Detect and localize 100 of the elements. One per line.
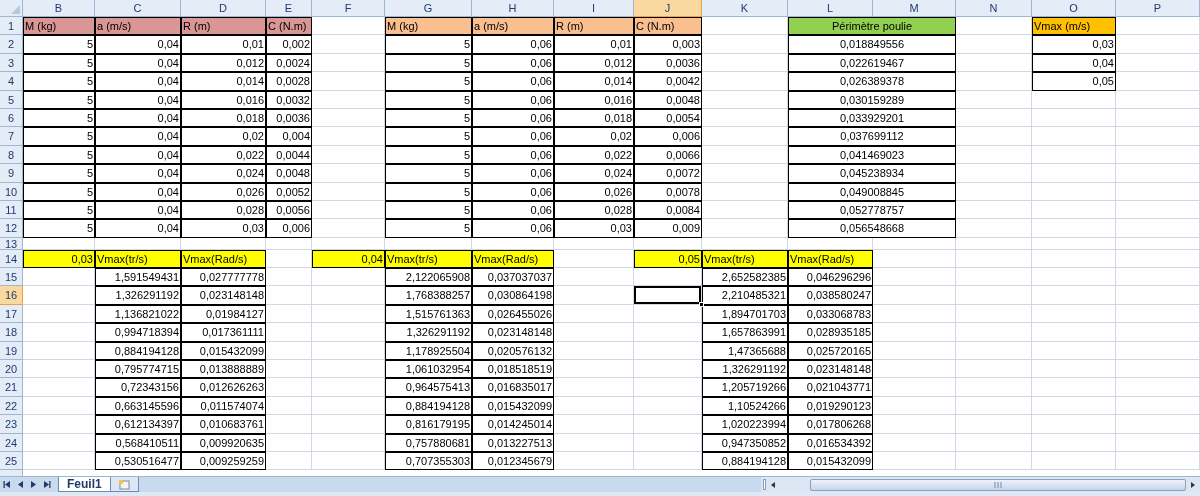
column-header[interactable]: N: [956, 0, 1032, 17]
empty-cell[interactable]: [956, 237, 1032, 250]
empty-cell[interactable]: [1116, 415, 1200, 434]
empty-cell[interactable]: [1116, 127, 1200, 146]
split-handle[interactable]: [762, 479, 766, 491]
empty-cell[interactable]: [956, 396, 1032, 416]
empty-cell[interactable]: [1116, 164, 1200, 183]
row-header[interactable]: 2: [0, 35, 23, 54]
empty-cell[interactable]: [1032, 415, 1116, 434]
empty-cell[interactable]: [554, 237, 634, 250]
row-header[interactable]: 9: [0, 164, 23, 183]
column-header[interactable]: F: [312, 0, 385, 17]
empty-cell[interactable]: [1116, 249, 1200, 269]
empty-cell[interactable]: [1116, 90, 1200, 109]
empty-cell[interactable]: [956, 415, 1032, 434]
empty-cell[interactable]: [956, 268, 1032, 287]
empty-cell[interactable]: [1032, 164, 1116, 183]
row-header[interactable]: 7: [0, 127, 23, 146]
empty-cell[interactable]: [1032, 200, 1116, 220]
empty-cell[interactable]: [956, 249, 1032, 269]
insert-sheet-tab[interactable]: [110, 477, 139, 493]
empty-cell[interactable]: [956, 323, 1032, 342]
empty-cell[interactable]: [956, 304, 1032, 324]
column-header[interactable]: B: [23, 0, 95, 17]
empty-cell[interactable]: [1032, 378, 1116, 397]
column-header[interactable]: K: [702, 0, 788, 17]
first-sheet-icon[interactable]: [3, 480, 12, 490]
row-header[interactable]: 20: [0, 360, 23, 379]
column-header[interactable]: G: [385, 0, 472, 17]
empty-cell[interactable]: [956, 452, 1032, 471]
last-sheet-icon[interactable]: [42, 480, 51, 490]
empty-cell[interactable]: [1116, 108, 1200, 128]
empty-cell[interactable]: [1116, 360, 1200, 379]
empty-cell[interactable]: [1032, 268, 1116, 287]
empty-cell[interactable]: [873, 237, 956, 250]
column-header[interactable]: L: [788, 0, 873, 17]
empty-cell[interactable]: [1116, 433, 1200, 452]
empty-cell[interactable]: [472, 237, 554, 250]
previous-sheet-icon[interactable]: [16, 480, 25, 490]
row-header[interactable]: 15: [0, 268, 23, 287]
empty-cell[interactable]: [1116, 396, 1200, 416]
empty-cell[interactable]: [1116, 200, 1200, 220]
column-header[interactable]: H: [472, 0, 554, 17]
column-header[interactable]: O: [1032, 0, 1116, 17]
empty-cell[interactable]: [266, 237, 312, 250]
select-all-corner[interactable]: [0, 0, 23, 17]
empty-cell[interactable]: [181, 237, 266, 250]
empty-cell[interactable]: [1116, 341, 1200, 361]
empty-cell[interactable]: [956, 341, 1032, 361]
column-header[interactable]: M: [873, 0, 956, 17]
empty-cell[interactable]: [1116, 219, 1200, 238]
empty-cell[interactable]: [1116, 286, 1200, 305]
empty-cell[interactable]: [956, 433, 1032, 452]
empty-cell[interactable]: [1032, 396, 1116, 416]
empty-cell[interactable]: [385, 237, 472, 250]
empty-cell[interactable]: [1032, 182, 1116, 201]
scrollbar-thumb[interactable]: [809, 478, 1186, 491]
column-header[interactable]: P: [1116, 0, 1200, 17]
empty-cell[interactable]: [788, 237, 873, 250]
row-header[interactable]: 23: [0, 415, 23, 434]
empty-cell[interactable]: [1032, 127, 1116, 146]
empty-cell[interactable]: [1032, 452, 1116, 471]
next-sheet-icon[interactable]: [29, 480, 38, 490]
empty-cell[interactable]: [1032, 323, 1116, 342]
empty-cell[interactable]: [956, 360, 1032, 379]
row-header[interactable]: 1: [0, 17, 23, 36]
empty-cell[interactable]: [1032, 249, 1116, 269]
empty-cell[interactable]: [1032, 237, 1116, 250]
empty-cell[interactable]: [1032, 108, 1116, 128]
empty-cell[interactable]: [1116, 452, 1200, 471]
column-header[interactable]: C: [95, 0, 181, 17]
empty-cell[interactable]: [1032, 90, 1116, 109]
row-header[interactable]: 16: [0, 286, 23, 305]
empty-cell[interactable]: [1032, 286, 1116, 305]
column-header[interactable]: J: [634, 0, 702, 17]
column-header[interactable]: I: [554, 0, 634, 17]
empty-cell[interactable]: [702, 237, 788, 250]
empty-cell[interactable]: [1032, 341, 1116, 361]
sheet-tab[interactable]: Feuil1: [58, 477, 111, 493]
empty-cell[interactable]: [956, 378, 1032, 397]
empty-cell[interactable]: [634, 237, 702, 250]
row-header[interactable]: 18: [0, 323, 23, 342]
row-header[interactable]: 4: [0, 72, 23, 91]
empty-cell[interactable]: [1116, 182, 1200, 201]
empty-cell[interactable]: [1032, 360, 1116, 379]
empty-cell[interactable]: [1032, 433, 1116, 452]
row-header[interactable]: 12: [0, 219, 23, 238]
empty-cell[interactable]: [1116, 304, 1200, 324]
empty-cell[interactable]: [1116, 237, 1200, 250]
empty-cell[interactable]: [312, 237, 385, 250]
empty-cell[interactable]: [1032, 304, 1116, 324]
row-header[interactable]: 21: [0, 378, 23, 397]
empty-cell[interactable]: [95, 237, 181, 250]
empty-cell[interactable]: [1116, 323, 1200, 342]
horizontal-scrollbar[interactable]: [760, 477, 1200, 493]
empty-cell[interactable]: [956, 286, 1032, 305]
empty-cell[interactable]: [1032, 219, 1116, 238]
empty-cell[interactable]: [1116, 268, 1200, 287]
column-header[interactable]: D: [181, 0, 266, 17]
empty-cell[interactable]: [1116, 145, 1200, 165]
